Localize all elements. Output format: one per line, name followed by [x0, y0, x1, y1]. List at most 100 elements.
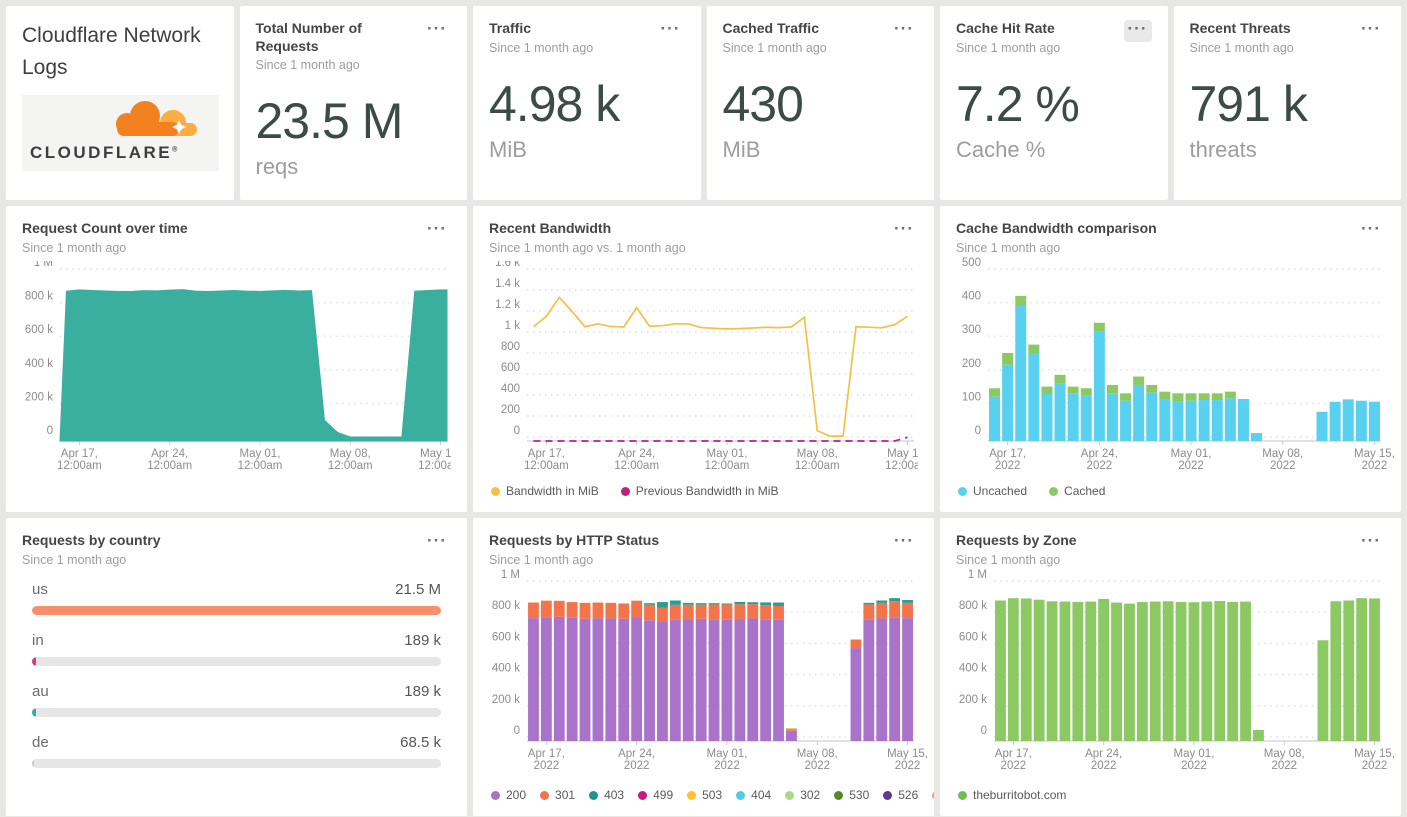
- svg-text:200 k: 200 k: [492, 693, 520, 705]
- svg-text:200: 200: [501, 404, 520, 416]
- legend-dot-icon: [834, 790, 844, 800]
- legend-label: 403: [604, 788, 625, 802]
- panel-title: Recent Bandwidth: [489, 220, 612, 236]
- country-label: au: [32, 682, 49, 700]
- legend-dot-icon: [958, 790, 967, 800]
- country-bar-track: [32, 758, 441, 768]
- panel-menu-button[interactable]: ···: [890, 532, 918, 554]
- stat-traffic: Traffic Since 1 month ago ··· 4.98 k MiB: [473, 6, 701, 200]
- svg-text:100: 100: [962, 391, 981, 403]
- svg-text:May 15,2022: May 15, 2022: [1354, 748, 1395, 772]
- svg-text:May 01,12:00am: May 01, 12:00am: [238, 448, 283, 471]
- svg-text:400: 400: [501, 383, 520, 395]
- panel-menu-button[interactable]: ···: [423, 20, 451, 42]
- country-bar-fill: [32, 605, 441, 615]
- panel-subtitle: Since 1 month ago: [22, 240, 127, 255]
- panel-title: Cache Bandwidth comparison: [956, 220, 1157, 236]
- svg-text:May 08,2022: May 08, 2022: [1262, 448, 1303, 472]
- panel-subtitle: Since 1 month ago: [956, 40, 1061, 55]
- svg-text:500: 500: [962, 257, 981, 269]
- panel-menu-button[interactable]: ···: [657, 20, 685, 42]
- svg-text:Apr 24,12:00am: Apr 24, 12:00am: [614, 448, 659, 471]
- legend-item[interactable]: 503: [687, 788, 722, 802]
- panel-title: Traffic: [489, 20, 532, 36]
- legend-label: Uncached: [973, 484, 1028, 498]
- cloudflare-wordmark: CLOUDFLARE®: [30, 143, 178, 162]
- svg-text:1 M: 1 M: [501, 569, 520, 581]
- country-row: de 68.5 k: [32, 734, 441, 768]
- legend-item[interactable]: theburritobot.com: [958, 788, 1066, 802]
- stat-unit: MiB: [489, 136, 527, 162]
- legend-item[interactable]: 526: [883, 788, 918, 802]
- svg-text:Apr 17,2022: Apr 17, 2022: [989, 448, 1026, 472]
- svg-text:1 k: 1 k: [505, 320, 521, 332]
- svg-text:600 k: 600 k: [492, 631, 520, 643]
- legend-dot-icon: [932, 790, 934, 800]
- panel-title: Requests by country: [22, 532, 161, 548]
- panel-subtitle: Since 1 month ago: [489, 40, 594, 55]
- svg-text:0: 0: [47, 425, 53, 437]
- registered-mark: ®: [172, 146, 178, 154]
- country-row: au 189 k: [32, 683, 441, 717]
- svg-text:May 15,2022: May 15, 2022: [1354, 448, 1395, 472]
- legend-dot-icon: [1049, 486, 1059, 496]
- stat-total-requests: Total Number of Requests Since 1 month a…: [239, 6, 467, 200]
- svg-text:1.2 k: 1.2 k: [495, 299, 520, 311]
- panel-menu-button[interactable]: ···: [1123, 20, 1152, 42]
- svg-text:May 01,12:00am: May 01, 12:00am: [705, 448, 750, 471]
- svg-text:400: 400: [962, 290, 981, 302]
- brand-panel: Cloudflare Network Logs CLOUDFLARE®: [6, 6, 234, 200]
- legend-item[interactable]: 403: [589, 788, 624, 802]
- legend-item[interactable]: 301: [540, 788, 575, 802]
- legend-item[interactable]: 302: [785, 788, 820, 802]
- stat-cache-hit-rate: Cache Hit Rate Since 1 month ago ··· 7.2…: [940, 6, 1168, 200]
- legend-item[interactable]: Previous Bandwidth in MiB: [620, 484, 778, 498]
- legend-label: 503: [702, 788, 723, 802]
- dashboard-grid: Cloudflare Network Logs CLOUDFLARE® Tota…: [0, 0, 1407, 817]
- panel-menu-button[interactable]: ···: [1357, 220, 1385, 242]
- legend-item[interactable]: 524: [932, 788, 934, 802]
- panel-title: Requests by Zone: [956, 532, 1077, 548]
- panel-menu-button[interactable]: ···: [890, 20, 918, 42]
- stat-value: 7.2 %: [956, 75, 1080, 132]
- legend-item[interactable]: 530: [834, 788, 869, 802]
- svg-text:400 k: 400 k: [492, 662, 520, 674]
- country-bar-list: us 21.5 M in 189 k au 189 k de 68.5 k: [22, 581, 451, 785]
- cache-bandwidth-chart: 500 400 300 200 100 0 Apr 17, 2022 Apr 24, 2022 Ma…: [962, 257, 1395, 472]
- legend-item[interactable]: 499: [638, 788, 673, 802]
- panel-subtitle: Since 1 month ago: [489, 552, 594, 567]
- panel-menu-button[interactable]: ···: [423, 220, 451, 242]
- legend-item[interactable]: Uncached: [958, 484, 1027, 498]
- panel-subtitle: Since 1 month ago: [956, 552, 1061, 567]
- legend-item[interactable]: 404: [736, 788, 771, 802]
- panel-menu-button[interactable]: ···: [423, 532, 451, 554]
- stat-unit: threats: [1189, 136, 1257, 162]
- svg-text:Apr 24,2022: Apr 24, 2022: [618, 748, 655, 772]
- svg-text:1 M: 1 M: [968, 569, 987, 581]
- legend-label: 301: [555, 788, 576, 802]
- svg-text:400 k: 400 k: [25, 357, 53, 369]
- country-label: de: [32, 733, 49, 751]
- legend-item[interactable]: Bandwidth in MiB: [491, 484, 599, 498]
- stat-unit: Cache %: [956, 136, 1046, 162]
- svg-text:May 08,2022: May 08, 2022: [797, 748, 838, 772]
- chart-legend: Uncached Cached: [956, 480, 1385, 498]
- cache-bandwidth-panel: Cache Bandwidth comparison Since 1 month…: [940, 206, 1401, 512]
- svg-text:0: 0: [981, 725, 987, 737]
- legend-item[interactable]: 200: [491, 788, 526, 802]
- svg-text:0: 0: [975, 425, 981, 437]
- svg-text:1.6 k: 1.6 k: [495, 261, 520, 269]
- stat-value: 4.98 k: [489, 75, 620, 132]
- panel-menu-button[interactable]: ···: [1357, 20, 1385, 42]
- legend-dot-icon: [589, 790, 599, 800]
- panel-menu-button[interactable]: ···: [890, 220, 918, 242]
- svg-text:600: 600: [501, 362, 520, 374]
- svg-text:800 k: 800 k: [492, 600, 520, 612]
- panel-menu-button[interactable]: ···: [1357, 532, 1385, 554]
- legend-item[interactable]: Cached: [1049, 484, 1105, 498]
- country-row: in 189 k: [32, 632, 441, 666]
- svg-text:Apr 17,12:00am: Apr 17, 12:00am: [524, 448, 569, 471]
- stat-cached-traffic: Cached Traffic Since 1 month ago ··· 430…: [706, 6, 934, 200]
- chart-legend: Bandwidth in MiB Previous Bandwidth in Mi…: [489, 480, 918, 498]
- svg-text:0: 0: [514, 725, 520, 737]
